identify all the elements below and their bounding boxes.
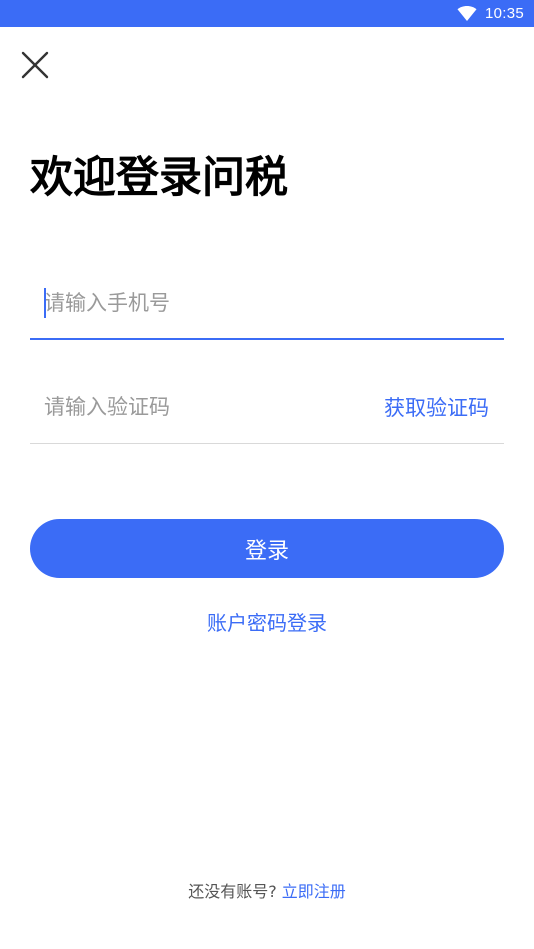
text-cursor [44, 288, 46, 318]
code-field: 获取验证码 [30, 374, 504, 444]
verification-code-input[interactable] [44, 388, 344, 426]
footer-prompt: 还没有账号? [188, 882, 277, 901]
phone-field [30, 270, 504, 340]
close-icon [21, 51, 49, 79]
wifi-icon [457, 5, 477, 21]
phone-input[interactable] [44, 284, 484, 322]
status-time: 10:35 [484, 5, 524, 22]
password-login-link[interactable]: 账户密码登录 [0, 607, 534, 636]
login-button[interactable]: 登录 [30, 519, 504, 578]
page-title: 欢迎登录问税 [30, 153, 288, 203]
close-button[interactable] [20, 50, 50, 80]
footer: 还没有账号? 立即注册 [0, 878, 534, 902]
status-bar: 10:35 [0, 0, 534, 27]
get-code-button[interactable]: 获取验证码 [384, 392, 489, 422]
register-link[interactable]: 立即注册 [282, 882, 346, 901]
login-screen: 10:35 欢迎登录问税 获取验证码 登录 账户密码登录 还没有账号? 立即注册 [0, 0, 534, 949]
